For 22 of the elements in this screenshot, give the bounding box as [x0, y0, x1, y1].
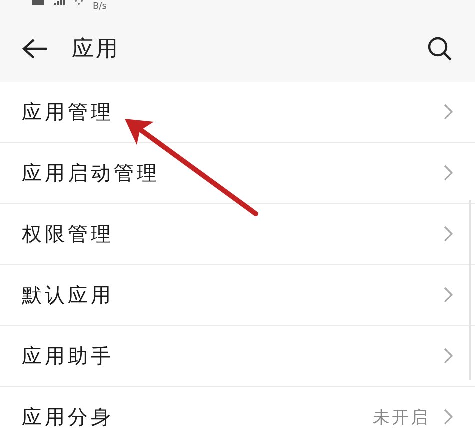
row-label: 默认应用 — [22, 282, 115, 308]
row-label: 应用分身 — [22, 404, 115, 430]
row-label: 应用启动管理 — [22, 160, 161, 186]
chevron-icon — [444, 287, 453, 303]
back-icon[interactable] — [22, 38, 48, 60]
row-value: 未开启 — [373, 406, 430, 428]
settings-row[interactable]: 应用启动管理 — [0, 143, 475, 204]
page-title: 应用 — [72, 36, 121, 64]
row-label: 应用管理 — [22, 98, 115, 126]
chevron-icon — [444, 348, 453, 364]
settings-row[interactable]: 应用分身 未开启 — [0, 387, 475, 432]
sim-icon — [32, 0, 44, 5]
chevron-icon — [444, 226, 453, 242]
chevron-icon — [444, 104, 453, 120]
wifi-icon — [75, 0, 83, 5]
chevron-icon — [444, 165, 453, 181]
signal-icon — [54, 0, 65, 5]
network-speed: B/s — [93, 2, 107, 12]
search-icon[interactable] — [427, 36, 453, 62]
chevron-icon — [444, 409, 453, 425]
row-label: 权限管理 — [22, 220, 115, 248]
row-label: 应用助手 — [22, 342, 115, 370]
